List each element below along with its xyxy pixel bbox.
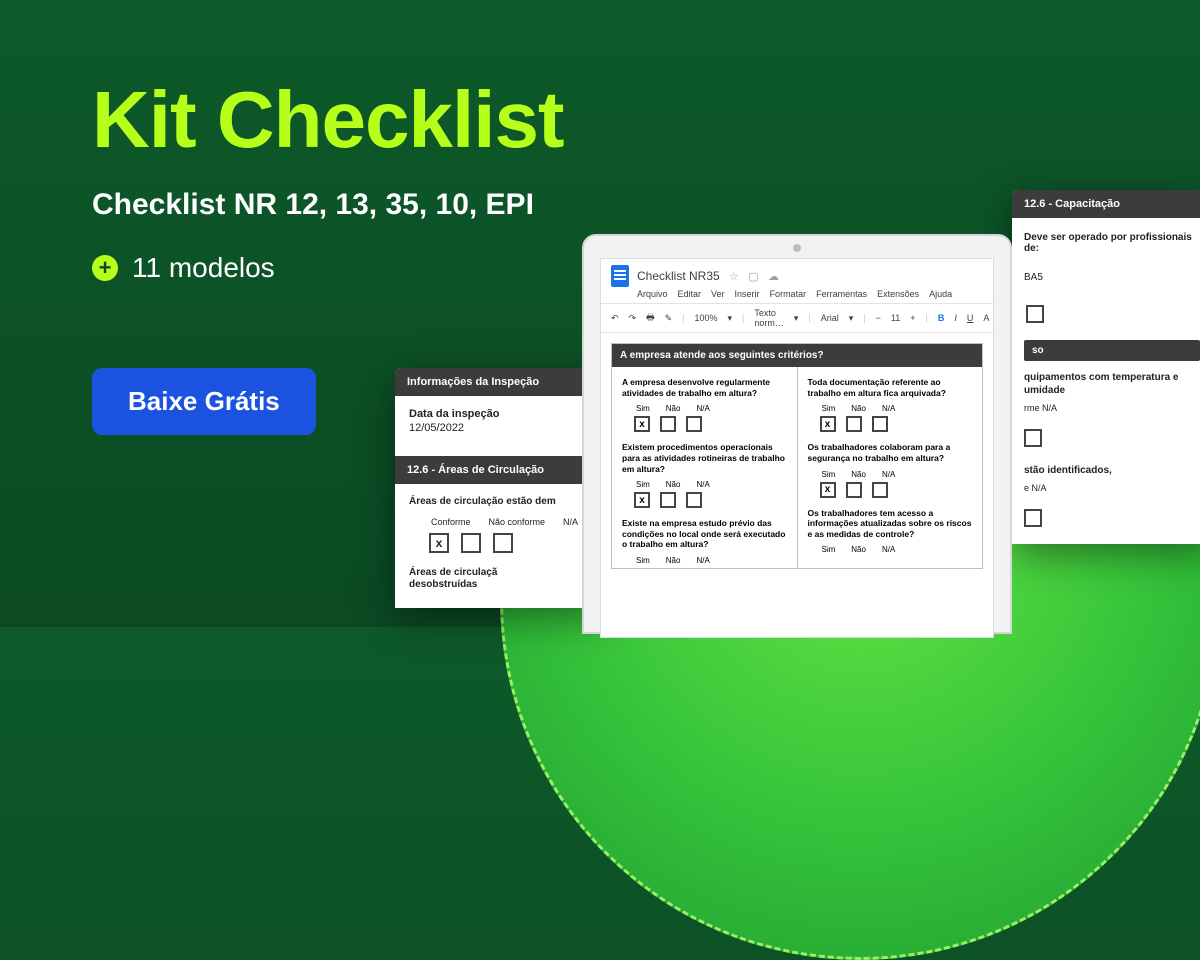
- question-text: Áreas de circulaçã desobstruídas: [409, 567, 596, 592]
- print-icon[interactable]: 🖶: [646, 310, 655, 326]
- checkbox-icon: [461, 533, 481, 553]
- card-subheader-fragment: so: [1024, 340, 1200, 361]
- question-text: A empresa desenvolve regularmente ativid…: [622, 377, 787, 398]
- question-text: quipamentos com temperatura e umidade: [1024, 371, 1200, 397]
- models-row: + 11 modelos: [92, 252, 564, 284]
- opt-tail: e N/A: [1024, 483, 1047, 493]
- question-text: Os trabalhadores colaboram para a segura…: [808, 442, 973, 463]
- doc-title: Checklist NR35: [637, 269, 720, 283]
- laptop-mockup: Checklist NR35 ☆ ▢ ☁ Arquivo Editar Ver …: [582, 234, 1012, 634]
- hero-title: Kit Checklist: [92, 80, 564, 160]
- menu-item[interactable]: Formatar: [770, 289, 807, 299]
- menu-item[interactable]: Inserir: [735, 289, 760, 299]
- cloud-icon: ☁: [768, 271, 779, 283]
- doc-left-column: A empresa desenvolve regularmente ativid…: [612, 367, 798, 568]
- checkbox-icon: x: [429, 533, 449, 553]
- preview-card-capacitacao: 12.6 - Capacitação Deve ser operado por …: [1012, 190, 1200, 544]
- doc-toolbar: ↶ ↷ 🖶 ✎ | 100%▾ | Texto norm…▾ | Arial▾ …: [601, 303, 993, 333]
- question-text: Os trabalhadores tem acesso a informaçõe…: [808, 508, 973, 540]
- checkbox-icon: [1026, 305, 1044, 323]
- menu-item[interactable]: Arquivo: [637, 289, 668, 299]
- menu-item[interactable]: Ajuda: [929, 289, 952, 299]
- card-header: Informações da Inspeção: [395, 368, 610, 396]
- text-color-icon[interactable]: A: [983, 313, 989, 323]
- doc-menu-bar: Arquivo Editar Ver Inserir Formatar Ferr…: [601, 289, 993, 303]
- option-boxes: x: [409, 533, 596, 553]
- checkbox-icon: [493, 533, 513, 553]
- star-icon: ☆: [729, 271, 739, 283]
- checkbox-icon: [872, 482, 888, 498]
- bold-icon[interactable]: B: [938, 313, 945, 323]
- option-label: BA5: [1024, 272, 1043, 283]
- models-count: 11 modelos: [132, 252, 275, 284]
- move-icon: ▢: [748, 271, 758, 283]
- font-size[interactable]: 11: [891, 313, 900, 323]
- option-headers: Conforme Não conforme N/A: [409, 517, 596, 527]
- plus-icon: +: [92, 255, 118, 281]
- question-text: Existem procedimentos operacionais para …: [622, 442, 787, 474]
- google-doc-window: Checklist NR35 ☆ ▢ ☁ Arquivo Editar Ver …: [600, 258, 994, 638]
- google-docs-icon: [611, 265, 629, 287]
- webcam-icon: [793, 244, 801, 252]
- style-select[interactable]: Texto norm…: [754, 308, 784, 328]
- menu-item[interactable]: Extensões: [877, 289, 919, 299]
- checkbox-icon: [846, 482, 862, 498]
- doc-right-column: Toda documentação referente ao trabalho …: [798, 367, 983, 568]
- italic-icon[interactable]: I: [954, 313, 957, 323]
- card-header: 12.6 - Capacitação: [1012, 190, 1200, 218]
- menu-item[interactable]: Ver: [711, 289, 725, 299]
- checkbox-icon: [660, 492, 676, 508]
- opt-label: N/A: [563, 517, 578, 527]
- question-text: Áreas de circulação estão dem: [409, 496, 596, 509]
- checkbox-icon: [1024, 429, 1042, 447]
- hero-subtitle: Checklist NR 12, 13, 35, 10, EPI: [92, 188, 564, 222]
- checkbox-icon: x: [634, 416, 650, 432]
- preview-card-inspecao: Informações da Inspeção Data da inspeção…: [395, 368, 610, 608]
- menu-item[interactable]: Editar: [678, 289, 702, 299]
- download-button[interactable]: Baixe Grátis: [92, 368, 316, 435]
- date-value: 12/05/2022: [409, 422, 596, 434]
- checkbox-icon: x: [634, 492, 650, 508]
- card-subheader: 12.6 - Áreas de Circulação: [395, 456, 610, 484]
- checkbox-icon: x: [820, 416, 836, 432]
- font-select[interactable]: Arial: [821, 313, 839, 323]
- page-section-header: A empresa atende aos seguintes critérios…: [612, 344, 982, 367]
- paint-icon[interactable]: ✎: [665, 313, 673, 324]
- undo-icon[interactable]: ↶: [611, 313, 619, 324]
- date-label: Data da inspeção: [409, 408, 596, 420]
- question-text: Existe na empresa estudo prévio das cond…: [622, 518, 787, 550]
- opt-label: Conforme: [431, 517, 471, 527]
- checkbox-icon: [686, 492, 702, 508]
- checkbox-icon: [660, 416, 676, 432]
- opt-tail: rme N/A: [1024, 403, 1057, 413]
- question-text: Deve ser operado por profissionais de:: [1024, 232, 1200, 254]
- question-text: stão identificados,: [1024, 464, 1200, 477]
- checkbox-icon: x: [820, 482, 836, 498]
- menu-item[interactable]: Ferramentas: [816, 289, 867, 299]
- checkbox-icon: [846, 416, 862, 432]
- question-text: Toda documentação referente ao trabalho …: [808, 377, 973, 398]
- underline-icon[interactable]: U: [967, 313, 974, 323]
- redo-icon[interactable]: ↷: [629, 313, 637, 324]
- opt-label: Não conforme: [489, 517, 546, 527]
- zoom-select[interactable]: 100%: [694, 313, 717, 323]
- checkbox-icon: [686, 416, 702, 432]
- checkbox-icon: [1024, 509, 1042, 527]
- checkbox-icon: [872, 416, 888, 432]
